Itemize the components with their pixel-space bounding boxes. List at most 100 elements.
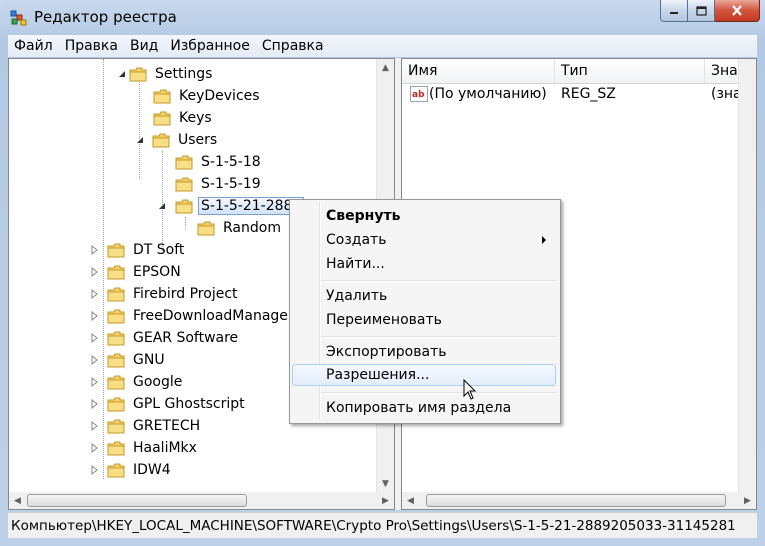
tree-node[interactable]: GNU (89, 349, 168, 371)
menu-view[interactable]: Вид (124, 38, 164, 54)
tree-node[interactable]: HaaliMkx (89, 437, 200, 459)
expand-arrow-icon[interactable] (89, 289, 99, 299)
tree-node-label: S-1-5-18 (201, 154, 261, 170)
menu-item-find[interactable]: Найти... (292, 253, 556, 275)
menu-item-permissions[interactable]: Разрешения... (292, 364, 556, 386)
folder-icon (153, 111, 171, 125)
tree-node[interactable]: KeyDevices (153, 85, 263, 107)
tree-node-label: KeyDevices (179, 88, 260, 104)
tree-node[interactable]: IDW4 (89, 459, 174, 481)
folder-icon (107, 265, 125, 279)
tree-node[interactable]: Google (89, 371, 185, 393)
expand-arrow-icon[interactable] (89, 377, 99, 387)
tree-node-label: GPL Ghostscript (133, 396, 245, 412)
tree-node-label: GNU (133, 352, 165, 368)
folder-icon (107, 463, 125, 477)
expand-arrow-icon[interactable] (89, 421, 99, 431)
scroll-right-arrow-icon[interactable]: ▶ (739, 492, 756, 509)
tree-node[interactable]: Firebird Project (89, 283, 241, 305)
menu-separator (322, 280, 556, 282)
expand-arrow-icon[interactable] (89, 443, 99, 453)
menu-favorites[interactable]: Избранное (164, 38, 256, 54)
menu-edit[interactable]: Правка (59, 38, 124, 54)
folder-icon (107, 397, 125, 411)
scroll-thumb[interactable] (27, 494, 247, 507)
folder-icon (107, 441, 125, 455)
tree-node-label: HaaliMkx (133, 440, 197, 456)
menu-item-label: Создать (326, 232, 387, 248)
collapse-arrow-icon[interactable] (157, 201, 167, 211)
tree-node-selected[interactable]: S-1-5-21-2889 (157, 195, 305, 217)
tree-node-label: Users (178, 132, 218, 148)
value-type: REG_SZ (561, 86, 616, 102)
tree-node-label: GRETECH (133, 418, 201, 434)
list-row[interactable]: ab (По умолчанию) REG_SZ (значе (402, 83, 756, 105)
registry-editor-window: Редактор реестра Файл Правка Вид Избранн… (0, 0, 765, 546)
minimize-button[interactable] (660, 0, 688, 22)
scroll-up-arrow-icon[interactable]: ▲ (377, 59, 394, 76)
scroll-left-arrow-icon[interactable]: ◀ (9, 492, 26, 509)
menu-help[interactable]: Справка (256, 38, 330, 54)
tree-node[interactable]: S-1-5-19 (175, 173, 264, 195)
menu-item-delete[interactable]: Удалить (292, 285, 556, 307)
list-vertical-scrollbar[interactable] (738, 59, 756, 492)
folder-icon (107, 353, 125, 367)
tree-node[interactable]: Keys (153, 107, 215, 129)
expand-arrow-icon[interactable] (89, 355, 99, 365)
column-name[interactable]: Имя (402, 59, 555, 83)
folder-icon (107, 419, 125, 433)
folder-icon (107, 331, 125, 345)
tree-node[interactable]: GPL Ghostscript (89, 393, 248, 415)
scroll-down-arrow-icon[interactable]: ▼ (377, 475, 394, 492)
expand-arrow-icon[interactable] (89, 267, 99, 277)
collapse-arrow-icon[interactable] (135, 135, 145, 145)
folder-icon (107, 375, 125, 389)
expand-arrow-icon[interactable] (89, 465, 99, 475)
tree-node[interactable]: EPSON (89, 261, 184, 283)
folder-icon (175, 177, 193, 191)
tree-node-label: Random (223, 220, 281, 236)
scroll-left-arrow-icon[interactable]: ◀ (402, 492, 419, 509)
column-type[interactable]: Тип (555, 59, 705, 83)
list-horizontal-scrollbar[interactable]: ◀ ▶ (402, 492, 756, 509)
menu-item-rename[interactable]: Переименовать (292, 309, 556, 331)
folder-icon (107, 287, 125, 301)
scroll-thumb[interactable] (426, 494, 726, 507)
expand-arrow-icon[interactable] (89, 333, 99, 343)
mouse-cursor-icon (463, 379, 477, 400)
collapse-arrow-icon[interactable] (117, 69, 127, 79)
menu-separator (322, 392, 556, 394)
title-bar[interactable]: Редактор реестра (0, 0, 765, 34)
maximize-button[interactable] (688, 0, 715, 22)
menu-item-export[interactable]: Экспортировать (292, 341, 556, 363)
maximize-icon (695, 5, 707, 16)
tree-node[interactable]: GEAR Software (89, 327, 241, 349)
tree-node[interactable]: Settings (119, 63, 215, 85)
tree-node-label: Google (133, 374, 183, 390)
menu-item-copy-key-name[interactable]: Копировать имя раздела (292, 397, 556, 419)
tree-node-label: Firebird Project (133, 286, 238, 302)
menu-separator (322, 336, 556, 338)
string-value-icon: ab (410, 86, 428, 102)
menu-item-collapse[interactable]: Свернуть (292, 205, 556, 227)
expand-arrow-icon[interactable] (89, 399, 99, 409)
tree-node[interactable]: FreeDownloadManager. (89, 305, 300, 327)
tree-node-label: IDW4 (133, 462, 171, 478)
tree-node-label: GEAR Software (133, 330, 239, 346)
expand-arrow-icon[interactable] (89, 245, 99, 255)
expand-arrow-icon[interactable] (89, 311, 99, 321)
menu-item-new[interactable]: Создать (292, 229, 556, 251)
close-button[interactable] (715, 0, 760, 22)
tree-node[interactable]: Random (197, 217, 284, 239)
svg-text:ab: ab (412, 90, 425, 100)
scroll-right-arrow-icon[interactable]: ▶ (377, 492, 394, 509)
tree-node[interactable]: S-1-5-18 (175, 151, 264, 173)
tree-node[interactable]: DT Soft (89, 239, 187, 261)
tree-node-label: DT Soft (133, 242, 185, 258)
tree-node-label: EPSON (133, 264, 181, 280)
tree-horizontal-scrollbar[interactable]: ◀ ▶ (9, 492, 394, 509)
tree-node[interactable]: GRETECH (89, 415, 203, 437)
tree-node[interactable]: Users (133, 129, 220, 151)
menu-file[interactable]: Файл (8, 38, 59, 54)
tree-node-label: Settings (155, 66, 213, 82)
